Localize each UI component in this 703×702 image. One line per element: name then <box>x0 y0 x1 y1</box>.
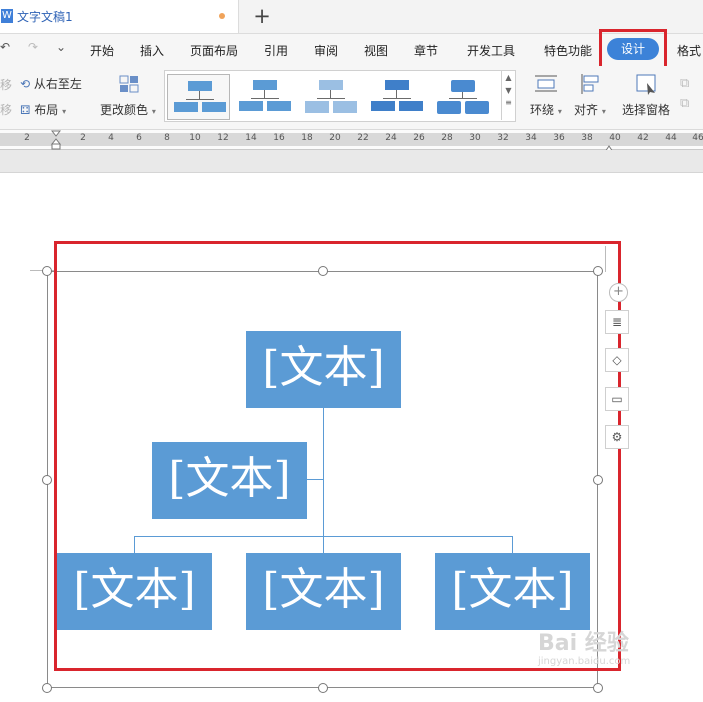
undo-icon[interactable]: ↶ <box>0 40 10 54</box>
chevron-down-icon: ▾ <box>601 107 606 116</box>
ruler-tick: 42 <box>637 133 649 143</box>
document-tab[interactable]: W 文字文稿1 <box>0 0 239 33</box>
ruler-tick: 4 <box>108 133 114 143</box>
change-color-icon <box>118 74 140 94</box>
shape-icon[interactable]: ◇ <box>605 348 629 372</box>
frame-icon[interactable]: ▭ <box>605 387 629 411</box>
layer-order-icon[interactable]: ⧉ ⧉ <box>680 74 700 114</box>
change-color-label: 更改颜色 <box>100 103 149 117</box>
chevron-down-icon: ▾ <box>62 107 67 116</box>
ruler-tick: 44 <box>665 133 677 143</box>
style-thumbnail-5[interactable] <box>431 74 492 118</box>
smartart-annotation-box <box>54 241 621 671</box>
gallery-scroll-buttons[interactable]: ▲ ▼ ≡ <box>501 70 515 120</box>
ruler-tick: 2 <box>24 133 30 143</box>
ruler-tick: 36 <box>553 133 565 143</box>
wrap-button[interactable]: 环绕 ▾ <box>530 101 562 118</box>
menu-home[interactable]: 开始 <box>90 42 114 59</box>
right-to-left-button[interactable]: ⟲ 从右至左 <box>20 75 82 92</box>
unsaved-indicator-icon <box>219 13 225 19</box>
demote-button[interactable]: 移 <box>0 76 12 93</box>
menu-references[interactable]: 引用 <box>264 42 288 59</box>
menu-view[interactable]: 视图 <box>364 42 388 59</box>
ruler-tick: 6 <box>136 133 142 143</box>
ruler-tick: 10 <box>189 133 201 143</box>
wrap-label: 环绕 <box>530 103 555 117</box>
menu-format[interactable]: 格式 <box>677 42 701 59</box>
align-icon <box>580 73 602 95</box>
align-label: 对齐 <box>574 103 599 117</box>
resize-handle-bottom[interactable] <box>318 683 328 693</box>
ruler-tick: 8 <box>164 133 170 143</box>
menu-developer[interactable]: 开发工具 <box>467 42 515 59</box>
gallery-expand-icon[interactable]: ≡ <box>502 98 515 107</box>
design-tab-annotation-box <box>599 29 667 70</box>
change-color-button[interactable]: 更改颜色 ▾ <box>100 101 156 118</box>
scroll-down-icon[interactable]: ▼ <box>502 86 515 95</box>
ruler-tick: 18 <box>301 133 313 143</box>
right-to-left-label: 从右至左 <box>33 77 82 91</box>
rotate-icon: ⟲ <box>20 77 31 91</box>
right-indent-marker-icon[interactable] <box>604 138 614 153</box>
menu-special-features[interactable]: 特色功能 <box>544 42 592 59</box>
document-tab-title: 文字文稿1 <box>17 10 73 24</box>
layout-label: 布局 <box>34 103 59 117</box>
menu-review[interactable]: 审阅 <box>314 42 338 59</box>
ruler-tick: 22 <box>357 133 369 143</box>
selection-pane-button[interactable]: 选择窗格 <box>622 101 670 118</box>
watermark-logo: Bai 经验 <box>538 631 629 656</box>
style-thumbnail-3[interactable] <box>299 74 360 118</box>
indent-marker-icon[interactable] <box>50 130 62 150</box>
zoom-icon[interactable]: + <box>609 283 628 302</box>
new-tab-button[interactable]: + <box>253 3 271 29</box>
format-icon[interactable]: ⚙ <box>605 425 629 449</box>
layout-icon: ⚃ <box>20 103 31 117</box>
menu-section[interactable]: 章节 <box>414 42 438 59</box>
layout-button[interactable]: ⚃ 布局 ▾ <box>20 101 66 118</box>
ruler-tick: 14 <box>245 133 257 143</box>
resize-handle-left[interactable] <box>42 475 52 485</box>
ruler-tick: 24 <box>385 133 397 143</box>
chevron-down-icon: ▾ <box>151 107 156 116</box>
resize-handle-top-left[interactable] <box>42 266 52 276</box>
redo-icon[interactable]: ↷ <box>28 40 38 54</box>
promote-button[interactable]: 移 <box>0 101 12 118</box>
style-thumbnail-1[interactable] <box>167 74 230 120</box>
ruler-tick: 34 <box>525 133 537 143</box>
align-button[interactable]: 对齐 ▾ <box>574 101 606 118</box>
ruler-tick: 32 <box>497 133 509 143</box>
ruler-tick: 38 <box>581 133 593 143</box>
layout-options-icon[interactable]: ≣ <box>605 310 629 334</box>
ruler-tick: 20 <box>329 133 341 143</box>
style-thumbnail-2[interactable] <box>233 74 294 118</box>
wrap-text-icon <box>534 73 558 95</box>
scroll-up-icon[interactable]: ▲ <box>502 73 515 82</box>
ruler-tick: 26 <box>413 133 425 143</box>
ruler-tick: 2 <box>80 133 86 143</box>
ruler-tick: 12 <box>217 133 229 143</box>
resize-handle-bottom-left[interactable] <box>42 683 52 693</box>
watermark-url: jingyan.baidu.com <box>538 656 631 667</box>
writer-doc-icon: W <box>1 9 13 23</box>
selection-pane-icon <box>635 73 659 95</box>
smartart-style-gallery <box>164 70 516 122</box>
menu-page-layout[interactable]: 页面布局 <box>190 42 238 59</box>
ruler-tick: 16 <box>273 133 285 143</box>
page-gap <box>0 150 703 173</box>
menu-insert[interactable]: 插入 <box>140 42 164 59</box>
ruler-tick: 46 <box>692 133 703 143</box>
chevron-down-icon: ▾ <box>557 107 562 116</box>
ruler-tick: 28 <box>441 133 453 143</box>
resize-handle-bottom-right[interactable] <box>593 683 603 693</box>
style-thumbnail-4[interactable] <box>365 74 426 118</box>
ruler-right-margin <box>610 133 703 146</box>
ruler-tick: 30 <box>469 133 481 143</box>
quick-access-dropdown-icon[interactable]: ⌄ <box>56 40 66 54</box>
